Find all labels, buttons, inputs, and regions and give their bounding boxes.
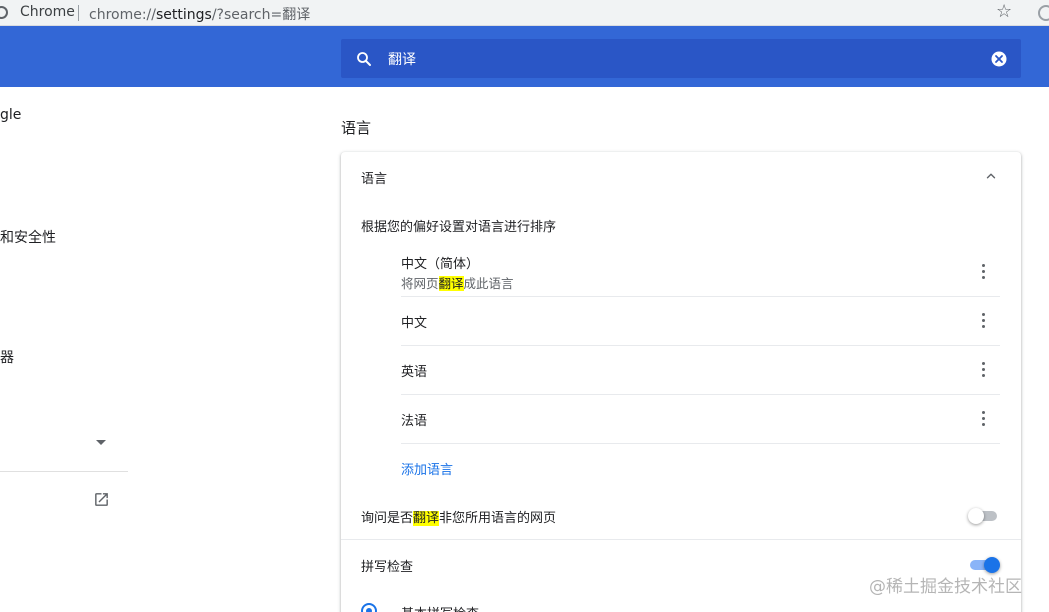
open-in-new-icon[interactable] — [93, 491, 110, 508]
sidebar-item-google[interactable]: gle — [0, 107, 21, 123]
offer-translate-toggle[interactable] — [968, 506, 998, 526]
search-icon — [357, 52, 371, 66]
site-name: Chrome — [20, 4, 75, 20]
divider — [401, 345, 1000, 346]
sidebar-item-browser[interactable]: 器 — [0, 347, 14, 367]
language-card: 语言 根据您的偏好设置对语言进行排序 中文（简体） 将网页翻译成此语言 中文 英… — [341, 152, 1021, 612]
url-text[interactable]: chrome://settings/?search=翻译 — [89, 4, 310, 24]
more-vert-icon[interactable] — [977, 263, 989, 281]
clear-search-icon[interactable] — [990, 50, 1008, 68]
star-icon[interactable]: ☆ — [996, 1, 1012, 22]
sidebar-advanced-caret-icon[interactable] — [96, 440, 106, 445]
offer-translate-label: 询问是否翻译非您所用语言的网页 — [361, 511, 557, 526]
search-highlight: 翻译 — [438, 276, 464, 291]
more-vert-icon[interactable] — [977, 410, 989, 428]
basic-spellcheck-radio[interactable] — [361, 603, 377, 612]
sidebar-item-privacy-security[interactable]: 和安全性 — [0, 227, 56, 247]
language-name: 中文 — [401, 316, 428, 331]
divider — [341, 539, 1021, 540]
language-name: 中文（简体） — [401, 257, 480, 272]
settings-search-box[interactable]: 翻译 — [341, 39, 1021, 78]
divider — [401, 443, 1000, 444]
more-vert-icon[interactable] — [977, 312, 989, 330]
more-vert-icon[interactable] — [977, 361, 989, 379]
add-language-button[interactable]: 添加语言 — [401, 459, 453, 478]
section-title: 语言 — [341, 119, 372, 137]
language-order-label: 根据您的偏好设置对语言进行排序 — [361, 220, 557, 235]
extension-icon[interactable] — [1038, 5, 1049, 21]
watermark: @稀土掘金技术社区 — [869, 577, 1022, 597]
chrome-info-icon[interactable] — [0, 6, 8, 19]
basic-spellcheck-label: 基本拼写检查 — [401, 603, 479, 612]
language-name: 法语 — [401, 414, 428, 429]
language-header-label[interactable]: 语言 — [361, 168, 387, 187]
search-input[interactable]: 翻译 — [388, 49, 416, 69]
divider — [401, 296, 1000, 297]
sidebar-divider — [0, 471, 128, 472]
address-bar[interactable]: Chrome chrome://settings/?search=翻译 ☆ — [0, 0, 1049, 26]
spellcheck-label: 拼写检查 — [361, 560, 414, 575]
search-highlight: 翻译 — [413, 511, 440, 526]
divider — [401, 394, 1000, 395]
language-name: 英语 — [401, 365, 428, 380]
chevron-up-icon[interactable] — [984, 169, 998, 183]
language-translate-note: 将网页翻译成此语言 — [401, 276, 514, 291]
settings-header: 翻译 — [0, 26, 1049, 87]
address-separator — [78, 5, 79, 21]
